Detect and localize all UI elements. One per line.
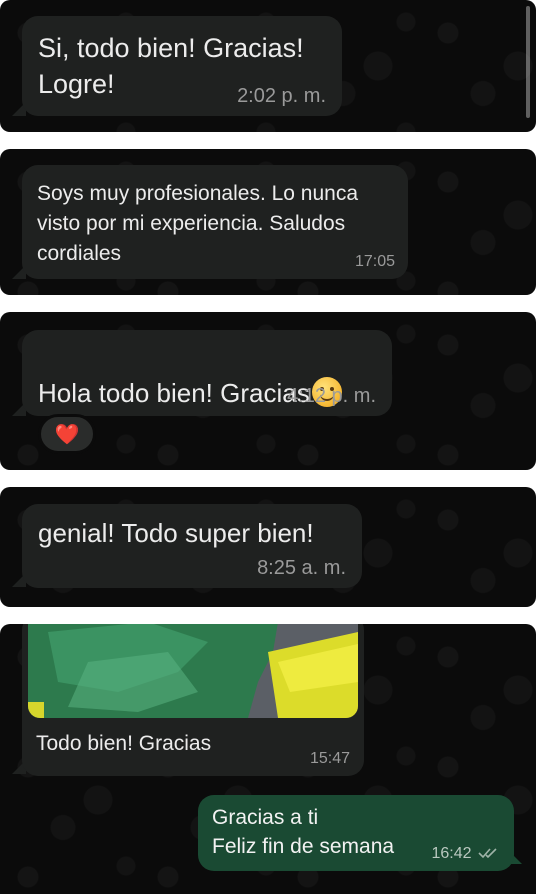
message-text: genial! Todo super bien! [38,518,314,548]
message-time: 17:05 [354,253,395,270]
incoming-message-bubble[interactable]: Si, todo bien! Gracias! Logre! 2:02 p. m… [22,16,342,116]
image-caption: Todo bien! Gracias [36,732,212,755]
message-text-content: Hola todo bien! Gracias [38,378,310,408]
message-time: 15:47 [309,750,350,767]
message-text: Gracias a ti Feliz fin de semana [212,806,395,858]
message-time: 2:02 p. m. [237,85,326,107]
chat-screenshot-1: Si, todo bien! Gracias! Logre! 2:02 p. m… [0,0,536,132]
reaction-badge[interactable]: ❤️ [38,414,96,454]
incoming-message-bubble[interactable]: genial! Todo super bien! 8:25 a. m. [22,504,362,588]
heart-icon: ❤️ [54,423,80,446]
outgoing-message-bubble[interactable]: Gracias a ti Feliz fin de semana 16:42 [198,795,514,871]
message-time: 4:12 p. m. [287,385,376,407]
message-text: Soys muy profesionales. Lo nunca visto p… [37,182,359,265]
chat-screenshot-3: Hola todo bien! Gracias 4:12 p. m. ❤️ [0,312,536,470]
chat-screenshot-2: Soys muy profesionales. Lo nunca visto p… [0,149,536,295]
incoming-image-message-bubble[interactable]: Todo bien! Gracias 15:47 [22,624,364,776]
chat-screenshot-5: Todo bien! Gracias 15:47 Gracias a ti Fe… [0,624,536,894]
message-time-text: 16:42 [431,845,472,862]
message-time: 8:25 a. m. [257,557,346,579]
double-check-icon [478,848,497,859]
incoming-message-bubble[interactable]: Soys muy profesionales. Lo nunca visto p… [22,165,408,279]
message-photo[interactable] [28,624,358,718]
photo-image [28,624,358,718]
scrollbar[interactable] [526,6,530,118]
incoming-message-bubble[interactable]: Hola todo bien! Gracias 4:12 p. m. [22,330,392,416]
message-time: 16:42 [432,845,501,863]
chat-screenshot-4: genial! Todo super bien! 8:25 a. m. [0,487,536,607]
